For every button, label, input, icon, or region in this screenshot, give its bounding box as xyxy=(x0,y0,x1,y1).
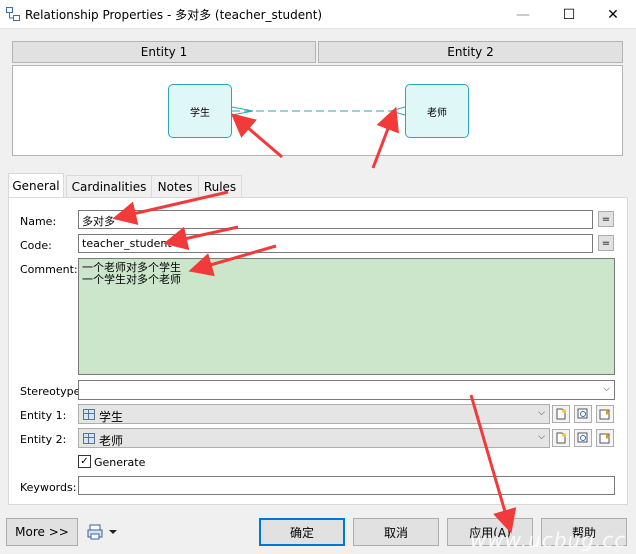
tab-general[interactable]: General xyxy=(8,173,64,197)
browse-icon xyxy=(577,432,588,443)
entity2-box[interactable]: 老师 xyxy=(405,84,469,138)
entity1-value: 学生 xyxy=(99,410,124,424)
entity1-properties-button[interactable] xyxy=(596,405,614,423)
chevron-down-icon[interactable]: ⌵ xyxy=(538,408,545,418)
entity2-value: 老师 xyxy=(99,434,124,448)
entity1-label: Entity 1: xyxy=(20,409,67,422)
entity1-combo[interactable]: 学生 ⌵ xyxy=(78,404,550,424)
watermark: www.ucbug.cc xyxy=(470,528,627,552)
print-icon xyxy=(87,524,117,540)
relationship-line xyxy=(231,106,406,116)
relationship-diagram: 学生 老师 xyxy=(12,65,623,156)
generate-checkbox[interactable]: ✓ xyxy=(78,455,91,468)
name-field[interactable]: 多对多 xyxy=(78,210,593,229)
more-button[interactable]: More >> xyxy=(6,518,78,546)
comment-field[interactable]: 一个老师对多个学生 一个学生对多个老师 xyxy=(78,258,615,375)
browse-icon xyxy=(577,408,588,419)
ok-button[interactable]: 确定 xyxy=(259,518,345,546)
generate-label: Generate xyxy=(94,456,146,469)
cancel-button[interactable]: 取消 xyxy=(353,518,439,546)
minimize-button[interactable]: — xyxy=(500,0,546,29)
code-field[interactable]: teacher_student xyxy=(78,234,593,253)
keywords-field[interactable] xyxy=(78,476,615,495)
code-equals-button[interactable]: = xyxy=(598,235,614,251)
entity2-create-button[interactable] xyxy=(552,429,570,447)
maximize-button[interactable]: ☐ xyxy=(546,0,592,29)
entity2-header[interactable]: Entity 2 xyxy=(318,41,623,63)
stereotype-combo[interactable]: ⌵ xyxy=(78,380,615,400)
close-button[interactable]: ✕ xyxy=(590,0,636,29)
entity1-create-button[interactable] xyxy=(552,405,570,423)
new-document-icon xyxy=(556,408,566,420)
entity2-label: Entity 2: xyxy=(20,433,67,446)
chevron-down-icon[interactable]: ⌵ xyxy=(538,432,545,442)
chevron-down-icon[interactable]: ⌵ xyxy=(603,384,610,394)
entity1-header[interactable]: Entity 1 xyxy=(12,41,316,63)
name-equals-button[interactable]: = xyxy=(598,211,614,227)
keywords-label: Keywords: xyxy=(20,481,77,494)
tab-rules[interactable]: Rules xyxy=(198,175,242,197)
comment-line: 一个学生对多个老师 xyxy=(82,273,181,286)
entity1-select-button[interactable] xyxy=(574,405,592,423)
properties-icon xyxy=(599,409,610,420)
entity2-select-button[interactable] xyxy=(574,429,592,447)
properties-icon xyxy=(599,433,610,444)
comment-label: Comment: xyxy=(20,263,78,276)
stereotype-label: Stereotype: xyxy=(20,385,85,398)
entity2-combo[interactable]: 老师 ⌵ xyxy=(78,428,550,448)
tab-cardinalities[interactable]: Cardinalities xyxy=(66,175,152,197)
title-bar: Relationship Properties - 多对多 (teacher_s… xyxy=(0,0,636,29)
relationship-icon xyxy=(6,7,20,21)
entity1-box[interactable]: 学生 xyxy=(168,84,232,138)
new-document-icon xyxy=(556,432,566,444)
entity-icon xyxy=(83,409,95,420)
tab-notes[interactable]: Notes xyxy=(151,175,199,197)
entity2-properties-button[interactable] xyxy=(596,429,614,447)
entity-icon xyxy=(83,433,95,444)
code-label: Code: xyxy=(20,239,52,252)
print-menu-button[interactable] xyxy=(84,518,120,546)
name-label: Name: xyxy=(20,215,57,228)
window-title: Relationship Properties - 多对多 (teacher_s… xyxy=(25,8,323,22)
